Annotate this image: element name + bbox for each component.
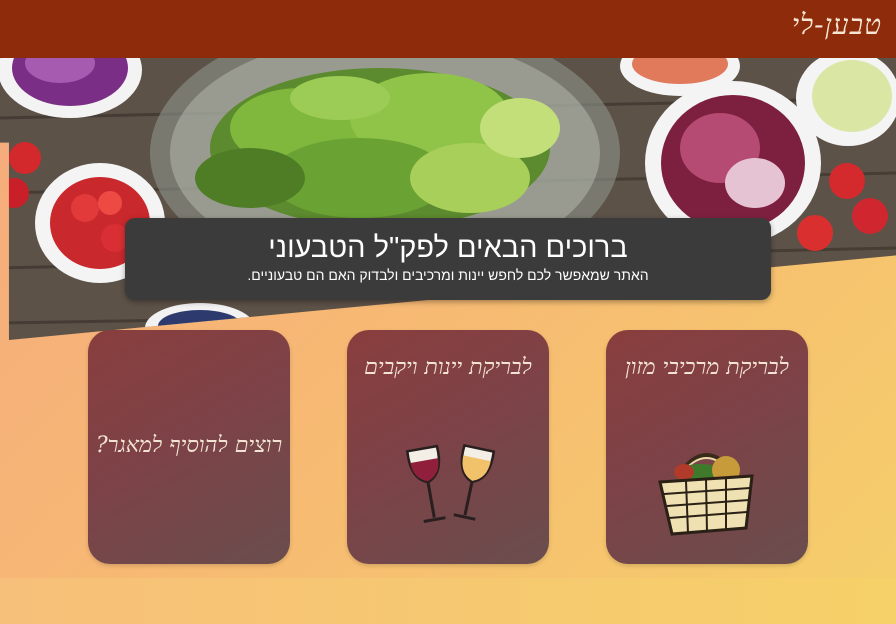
add-card-label: רוצים להוסיף למאגר? bbox=[95, 433, 283, 458]
wine-glasses-icon bbox=[405, 443, 496, 523]
brand-logo-text[interactable]: טבען-לי bbox=[792, 8, 882, 42]
footer-band bbox=[0, 578, 896, 624]
welcome-subtitle: האתר שמאפשר לכם לחפש יינות ומרכיבים ולבד… bbox=[247, 267, 649, 283]
food-ingredients-card[interactable]: לבריקת מרכיבי מזון bbox=[606, 330, 808, 564]
wine-card-label: לבריקת יינות ויקבים bbox=[364, 355, 532, 380]
add-to-database-card[interactable]: רוצים להוסיף למאגר? bbox=[88, 330, 290, 564]
welcome-box: ברוכים הבאים לפק"ל הטבעוני האתר שמאפשר ל… bbox=[125, 218, 771, 300]
picnic-basket-icon bbox=[658, 453, 754, 536]
welcome-title: ברוכים הבאים לפק"ל הטבעוני bbox=[268, 232, 628, 264]
food-card-label: לבריקת מרכיבי מזון bbox=[625, 355, 789, 380]
top-nav-bar: טבען-לי bbox=[0, 0, 896, 58]
wines-wineries-card[interactable]: לבריקת יינות ויקבים bbox=[347, 330, 549, 564]
